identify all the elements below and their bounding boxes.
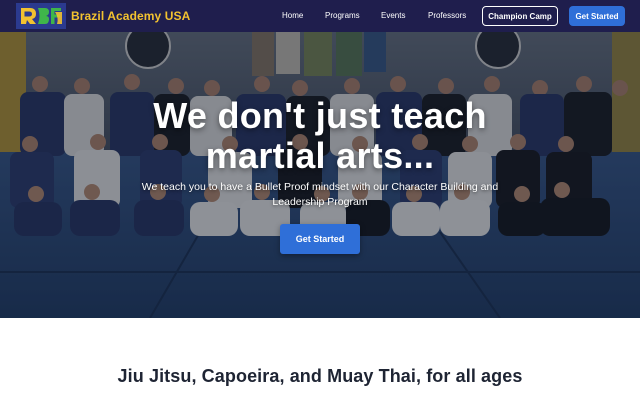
nav-home-link[interactable]: Home — [282, 11, 303, 20]
champion-camp-button[interactable]: Champion Camp — [482, 6, 558, 26]
header-get-started-button[interactable]: Get Started — [569, 6, 625, 26]
hero-title-line-1: We don't just teach — [153, 95, 487, 136]
hero-title-line-2: martial arts... — [205, 135, 435, 176]
academy-logo[interactable] — [16, 3, 66, 29]
hero-title: We don't just teach martial arts... — [0, 96, 640, 176]
hero-get-started-button[interactable]: Get Started — [280, 224, 360, 254]
hero-section: We don't just teach martial arts... We t… — [0, 32, 640, 318]
programs-section-title: Jiu Jitsu, Capoeira, and Muay Thai, for … — [117, 366, 523, 386]
nav-professors-link[interactable]: Professors — [428, 11, 466, 20]
hero-subtitle: We teach you to have a Bullet Proof mind… — [141, 181, 499, 208]
site-header: Brazil Academy USA Home Programs Events … — [0, 0, 640, 32]
nav-programs-link[interactable]: Programs — [325, 11, 360, 20]
brand-name[interactable]: Brazil Academy USA — [71, 9, 190, 23]
nav-events-link[interactable]: Events — [381, 11, 405, 20]
